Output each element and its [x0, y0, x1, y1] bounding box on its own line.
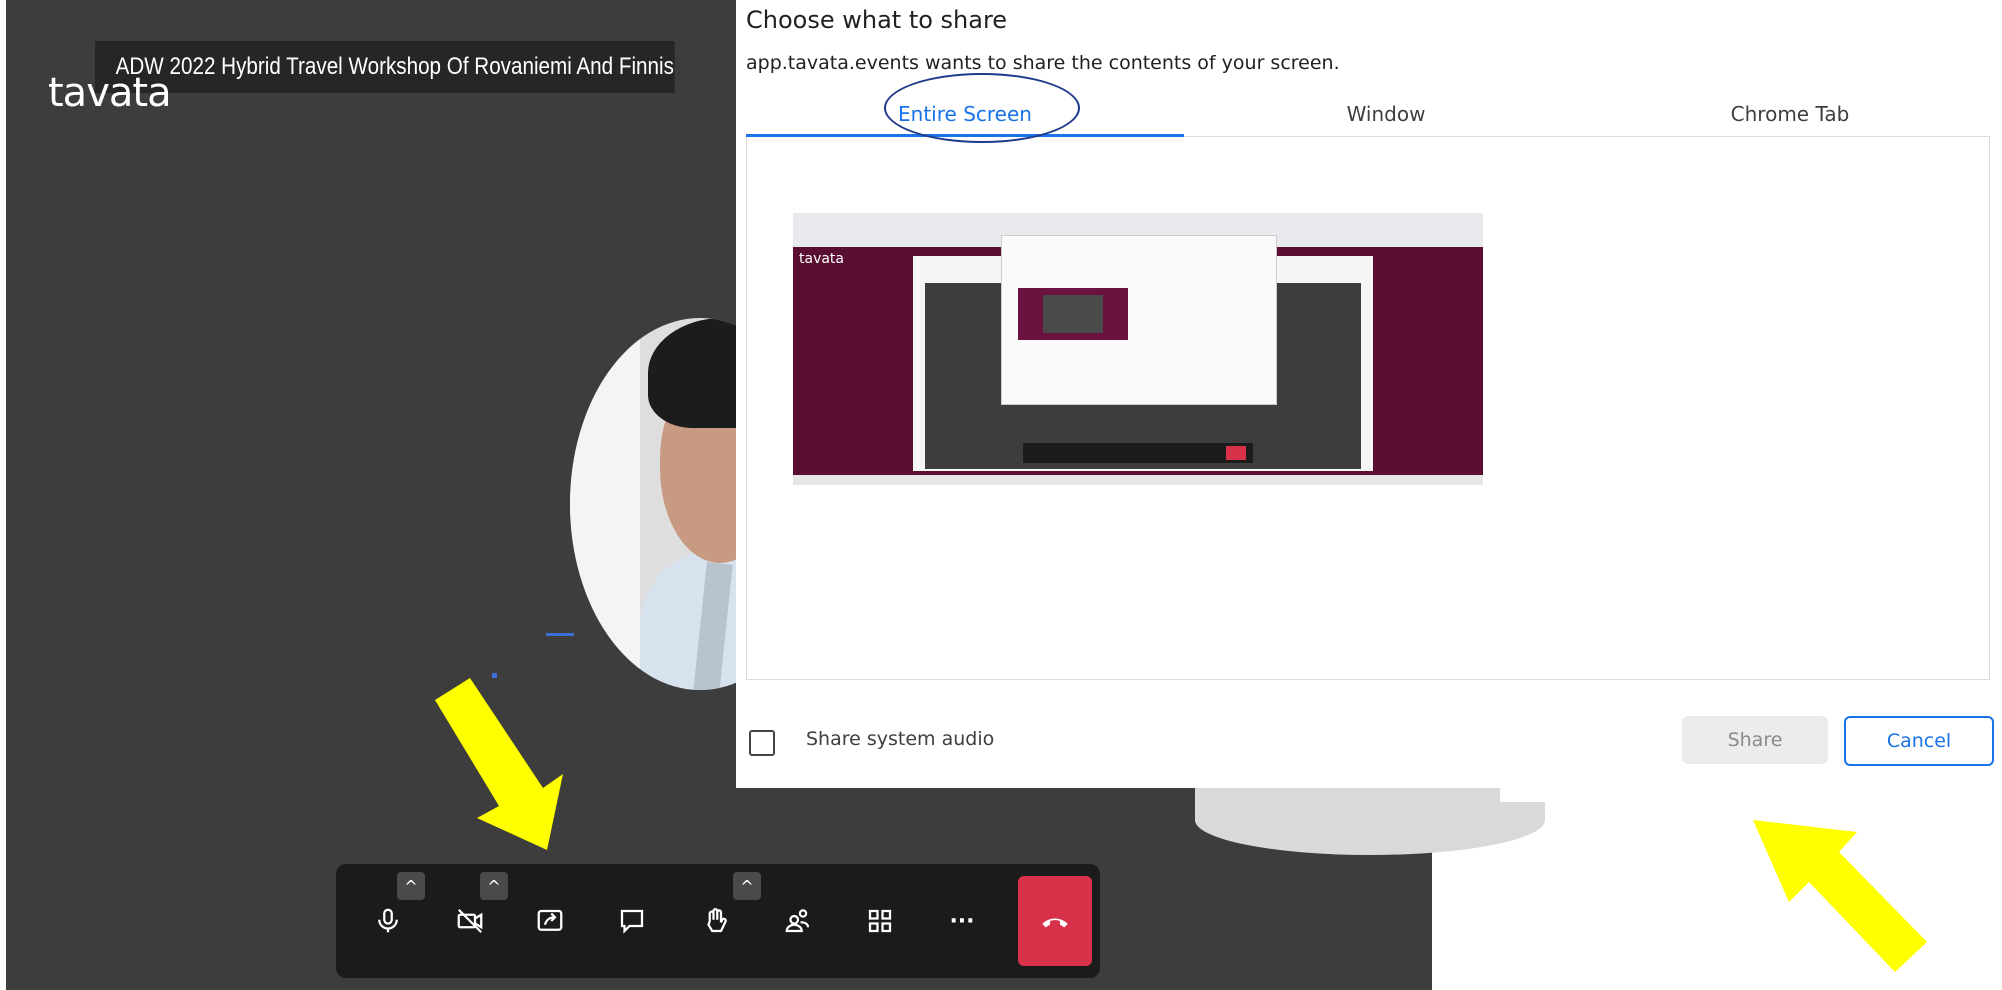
more-icon: ···: [949, 908, 975, 934]
camera-options-caret[interactable]: ^: [480, 872, 508, 900]
avatar-highlight: [570, 318, 640, 690]
tavata-logo: tavata: [48, 70, 172, 116]
end-call-button[interactable]: [1018, 876, 1092, 966]
chat-button[interactable]: [598, 864, 666, 978]
microphone-options-caret[interactable]: ^: [397, 872, 425, 900]
hang-up-icon: [1042, 918, 1068, 928]
share-screen-button[interactable]: [516, 864, 584, 978]
participants-icon: [785, 909, 810, 933]
window-edge: [0, 0, 6, 990]
thumb-toolbar: [1023, 443, 1253, 463]
share-screen-icon: [537, 909, 563, 931]
annotation-circle: [884, 73, 1080, 143]
share-audio-checkbox[interactable]: [749, 730, 775, 756]
raise-hand-icon: [707, 908, 727, 933]
entire-screen-thumbnail[interactable]: tavata: [793, 213, 1483, 485]
thumb-logo: tavata: [799, 251, 845, 267]
thumb-end-call: [1226, 446, 1246, 460]
chat-icon: [620, 909, 644, 934]
annotation-arrow-share: [1753, 820, 1927, 972]
dialog-title: Choose what to share: [746, 6, 1008, 34]
participants-button[interactable]: [764, 864, 832, 978]
camera-off-icon: [457, 908, 483, 934]
thumb-preview-inner: [1043, 295, 1103, 333]
dialog-subtitle: app.tavata.events wants to share the con…: [746, 52, 1340, 74]
loading-indicator: [546, 633, 574, 636]
meeting-toolbar: ···: [336, 864, 1100, 978]
share-audio-label: Share system audio: [806, 728, 995, 750]
cancel-button[interactable]: Cancel: [1844, 716, 1994, 766]
grid-view-button[interactable]: [846, 864, 914, 978]
tab-window[interactable]: Window: [1184, 96, 1588, 132]
microphone-icon: [378, 908, 398, 933]
grid-view-icon: [868, 909, 892, 933]
share-button[interactable]: Share: [1682, 716, 1828, 764]
annotation-arrow-toolbar: [435, 678, 563, 850]
background-video-fragment: [1195, 785, 1545, 855]
meeting-title: ADW 2022 Hybrid Travel Workshop Of Rovan…: [95, 41, 675, 93]
raise-hand-options-caret[interactable]: ^: [733, 872, 761, 900]
thumb-taskbar: [793, 475, 1483, 485]
more-button[interactable]: ···: [928, 864, 996, 978]
tab-chrome-tab[interactable]: Chrome Tab: [1588, 96, 1992, 132]
